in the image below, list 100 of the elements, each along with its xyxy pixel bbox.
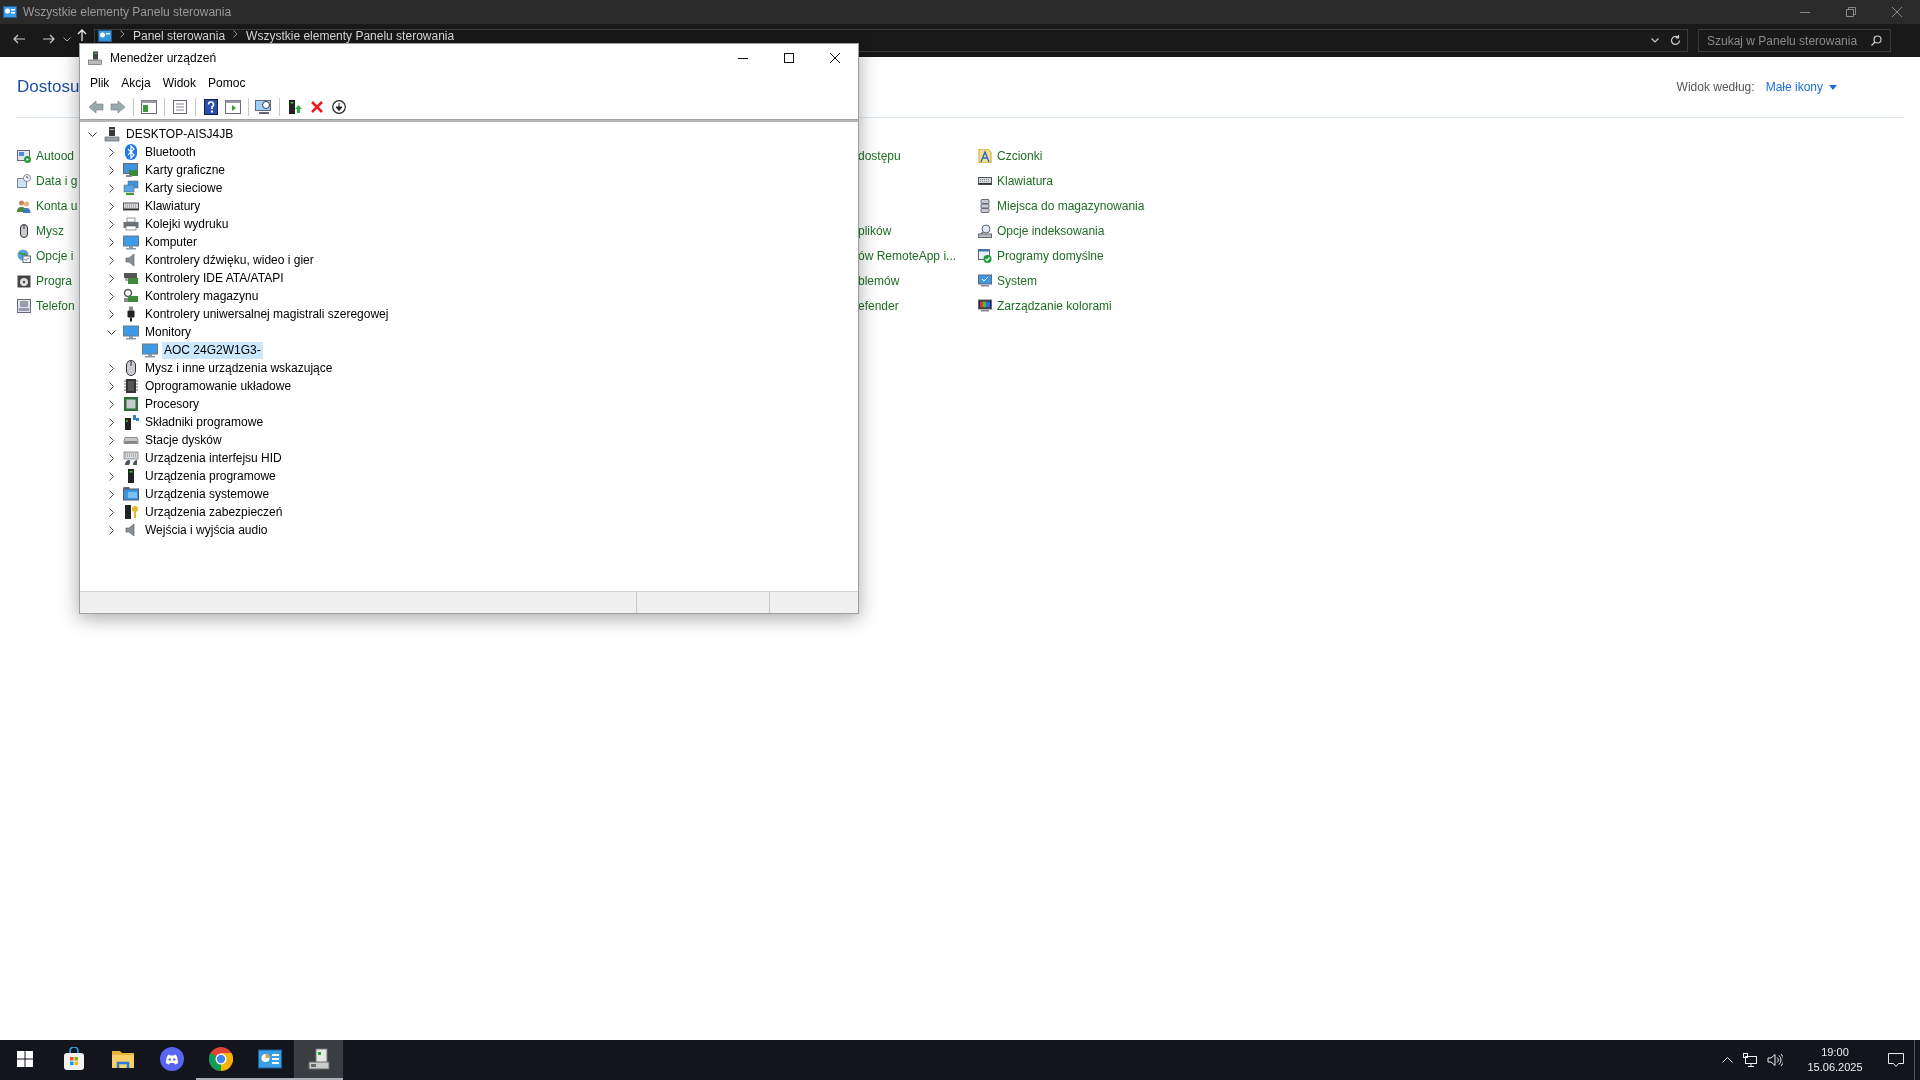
chevron-down-icon	[87, 131, 97, 137]
up-arrow-icon	[77, 29, 87, 41]
tree-item[interactable]: Kontrolery uniwersalnej magistrali szeregowej	[143, 305, 391, 323]
caret-down-icon	[1829, 84, 1837, 90]
control-panel-link[interactable]: Klawiatura	[978, 168, 1145, 193]
control-panel-link[interactable]: ów RemoteApp i...	[858, 243, 978, 268]
control-panel-link[interactable]: Miejsca do magazynowania	[978, 193, 1145, 218]
tree-item[interactable]: Urządzenia programowe	[143, 467, 278, 485]
chevron-right-icon	[120, 30, 125, 38]
default-programs-icon	[978, 248, 992, 263]
windows-logo-icon	[16, 1051, 33, 1067]
control-panel-link[interactable]: Telefon	[17, 293, 79, 318]
back-arrow-icon	[13, 34, 25, 44]
device-tower-icon	[88, 51, 102, 65]
tree-item[interactable]: Urządzenia systemowe	[143, 485, 272, 503]
close-icon	[1892, 7, 1902, 17]
autoplay-icon	[17, 148, 31, 163]
color-monitor-icon	[978, 298, 992, 313]
tree-item[interactable]: Karty sieciowe	[143, 179, 225, 197]
globe-icon	[17, 248, 31, 263]
refresh-icon	[1669, 35, 1681, 46]
up-button[interactable]	[76, 29, 88, 41]
tree-item[interactable]: Procesory	[143, 395, 202, 413]
tree-item[interactable]: Karty graficzne	[143, 161, 228, 179]
window-title: Menedżer urządzeń	[110, 50, 217, 67]
menu-item[interactable]: Plik	[84, 73, 116, 93]
bluetooth-icon	[123, 144, 139, 160]
tree-item[interactable]: Wejścia i wyjścia audio	[143, 521, 270, 539]
forward-arrow-icon	[110, 99, 126, 114]
control-panel-icon	[3, 6, 17, 18]
chevron-down-icon	[106, 329, 116, 335]
computer-icon	[104, 126, 120, 142]
control-panel-link[interactable]: Programy domyślne	[978, 243, 1145, 268]
control-panel-link[interactable]: Opcje indeksowania	[978, 218, 1145, 243]
control-panel-icon	[257, 1049, 282, 1069]
tree-item[interactable]: Kontrolery magazynu	[143, 287, 261, 305]
monitor-icon	[123, 324, 139, 340]
help-icon	[204, 98, 218, 115]
tree-item[interactable]: AOC 24G2W1G3-	[162, 341, 263, 359]
control-panel-link[interactable]: efender	[858, 293, 978, 318]
speaker-icon	[1767, 1053, 1783, 1067]
control-panel-link[interactable]: blemów	[858, 268, 978, 293]
tree-item[interactable]: Składniki programowe	[143, 413, 266, 431]
component-icon	[123, 414, 139, 430]
magnifier-drive-icon	[978, 223, 992, 238]
tree-item[interactable]: Urządzenia interfejsu HID	[143, 449, 284, 467]
users-icon	[17, 198, 31, 213]
tree-item[interactable]: Kontrolery IDE ATA/ATAPI	[143, 269, 286, 287]
tree-item[interactable]: Klawiatury	[143, 197, 203, 215]
taskbar-button[interactable]	[294, 1040, 343, 1080]
tree-item[interactable]: Bluetooth	[143, 143, 198, 161]
control-panel-link[interactable]: Zarządzanie kolorami	[978, 293, 1145, 318]
menu-item[interactable]: Akcja	[115, 73, 157, 93]
mouse-icon	[123, 360, 139, 376]
chip-icon	[123, 378, 139, 394]
breadcrumb-link[interactable]: Panel sterowania	[133, 30, 226, 43]
control-panel-link[interactable]: Progra	[17, 268, 79, 293]
disc-box-icon	[17, 273, 31, 288]
page-heading: Dostosu	[17, 76, 80, 99]
properties-icon	[172, 99, 188, 114]
control-panel-link[interactable]: System	[978, 268, 1145, 293]
tree-item[interactable]: Monitory	[143, 323, 193, 341]
remove-icon	[311, 100, 323, 113]
network-icon	[1743, 1053, 1757, 1067]
chat-app-icon	[159, 1047, 184, 1071]
search-field[interactable]: Szukaj w Panelu sterowania	[1698, 29, 1891, 52]
tree-item[interactable]: Mysz i inne urządzenia wskazujące	[143, 359, 335, 377]
monitor-search-icon	[255, 98, 273, 115]
tree-item[interactable]: Kolejki wydruku	[143, 215, 231, 233]
menu-item[interactable]: Widok	[156, 73, 203, 93]
tree-item[interactable]: Kontrolery dźwięku, wideo i gier	[143, 251, 316, 269]
shopping-bag-icon	[61, 1047, 86, 1071]
control-panel-link[interactable]: Czcionki	[978, 143, 1145, 168]
mouse-icon	[17, 223, 31, 238]
storage-controller-icon	[123, 288, 139, 304]
panel-icon	[141, 99, 157, 114]
tree-item[interactable]: DESKTOP-AISJ4JB	[124, 125, 236, 143]
tree-item[interactable]: Oprogramowanie układowe	[143, 377, 294, 395]
control-panel-link[interactable]: Opcje i	[17, 243, 79, 268]
key-icon	[123, 504, 139, 520]
monitor-icon	[142, 342, 158, 358]
search-icon	[1871, 35, 1882, 46]
close-icon	[830, 53, 840, 63]
clock-button[interactable]: 19:00 15.06.2025	[1798, 1040, 1872, 1080]
tree-item[interactable]: Komputer	[143, 233, 200, 251]
control-panel-link[interactable]: Mysz	[17, 218, 79, 243]
breadcrumb-link[interactable]: Wszystkie elementy Panelu sterowania	[246, 30, 455, 43]
tree-item[interactable]: Stacje dysków	[143, 431, 224, 449]
run-panel-icon	[225, 99, 241, 114]
graphics-card-icon	[123, 162, 139, 178]
menu-item[interactable]: Pomoc	[202, 73, 252, 93]
download-icon	[332, 99, 346, 114]
control-panel-link[interactable]: plików	[858, 218, 978, 243]
control-panel-link[interactable]: dostępu	[858, 143, 978, 168]
control-panel-link[interactable]: Konta u	[17, 193, 79, 218]
control-panel-link[interactable]: Autood	[17, 143, 79, 168]
view-mode-dropdown[interactable]: Małe ikony	[1765, 78, 1837, 96]
tree-item[interactable]: Urządzenia zabezpieczeń	[143, 503, 285, 521]
control-panel-link[interactable]: Data i g	[17, 168, 79, 193]
storage-spaces-icon	[978, 198, 992, 213]
